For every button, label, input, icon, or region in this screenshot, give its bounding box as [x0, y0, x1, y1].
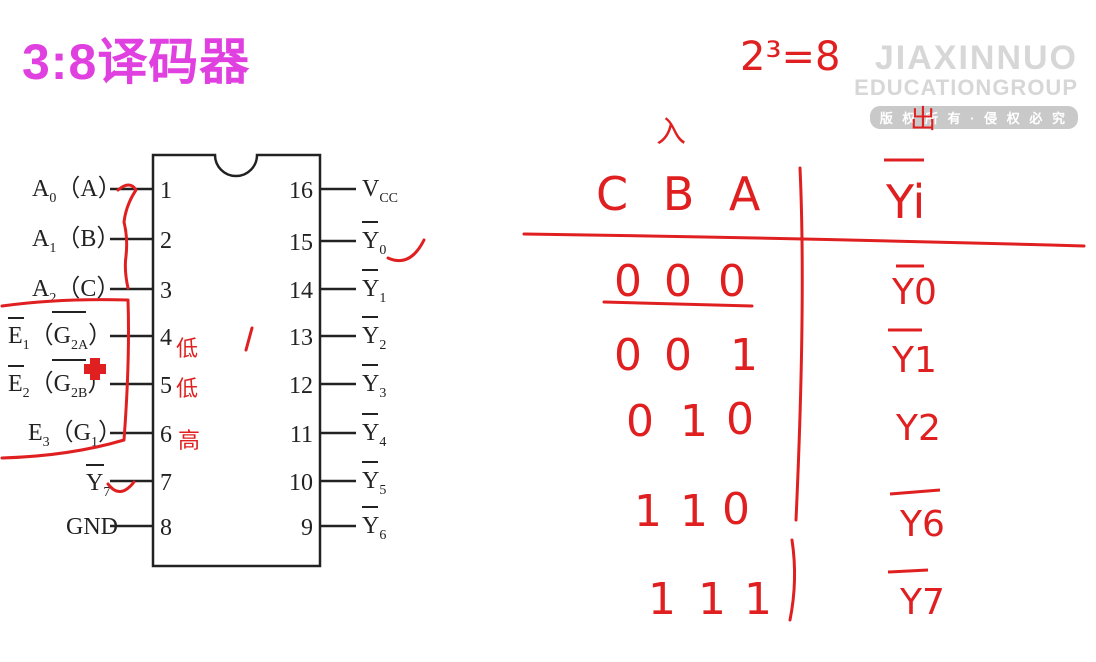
pin-number: 10 — [289, 470, 313, 496]
pin-label-e1: E1（G2A） — [8, 323, 112, 353]
svg-text:0: 0 — [718, 256, 746, 307]
right-pin-lines — [320, 187, 356, 528]
pin-number: 3 — [160, 278, 172, 304]
pin-number: 14 — [289, 278, 313, 304]
svg-text:1: 1 — [680, 396, 708, 447]
left-pin-labels: A0（A） A1（B） A2（C） E1（G2A） E2（G2B） E3（G1）… — [8, 176, 122, 540]
row-2: 0 1 0 Y2 — [626, 394, 941, 449]
pin-label-y3: Y3 — [362, 371, 386, 401]
pin-number: 11 — [290, 422, 313, 448]
svg-text:0: 0 — [626, 396, 654, 447]
pin-number: 6 — [160, 422, 172, 448]
row-4: 1 1 1 Y7 — [648, 574, 945, 625]
pin-number: 5 — [160, 373, 172, 399]
pin-label-a0: A0（A） — [32, 176, 122, 206]
output-note: 出 — [910, 105, 936, 135]
handwritten-table: 2³=8 入 出 C B A Yi 0 0 0 Y0 0 0 1 Y1 0 1 … — [522, 34, 1086, 625]
input-note: 入 — [656, 115, 686, 150]
pin4-note: 低 — [176, 337, 198, 362]
row-1: 0 0 1 Y1 — [614, 330, 937, 381]
svg-text:1: 1 — [744, 574, 772, 625]
right-overbars — [362, 221, 378, 508]
svg-text:0: 0 — [664, 256, 692, 307]
inputs-header: C B A — [596, 167, 770, 221]
svg-text:1: 1 — [680, 486, 708, 537]
svg-text:Y7: Y7 — [899, 582, 945, 623]
pin-label-y0: Y0 — [362, 228, 386, 258]
pin-number: 9 — [301, 515, 313, 541]
pin-label-y5: Y5 — [362, 468, 386, 498]
pin-number: 8 — [160, 515, 172, 541]
pin-label-y1: Y1 — [362, 276, 386, 306]
pin-label-y6: Y6 — [362, 513, 386, 543]
pin-label-y2: Y2 — [362, 323, 386, 353]
pin-number: 1 — [160, 178, 172, 204]
pin-number: 15 — [289, 230, 313, 256]
pin-number: 4 — [160, 325, 172, 351]
pin-number: 13 — [289, 325, 313, 351]
pin-label-y4: Y4 — [362, 420, 386, 450]
pin-number: 12 — [289, 373, 313, 399]
svg-text:0: 0 — [614, 256, 642, 307]
pin-label-a1: A1（B） — [32, 226, 120, 256]
pin6-note: 高 — [178, 429, 200, 454]
svg-text:0: 0 — [664, 330, 692, 381]
svg-text:Y2: Y2 — [895, 408, 941, 449]
pin-label-vcc: VCC — [362, 176, 398, 206]
svg-text:0: 0 — [614, 330, 642, 381]
svg-text:Y1: Y1 — [891, 340, 937, 381]
svg-text:Y0: Y0 — [891, 272, 937, 313]
pin-label-y7: Y7 — [86, 470, 110, 500]
svg-text:0: 0 — [726, 394, 754, 445]
decoder-diagram: 1 2 3 4 5 6 7 8 16 15 14 13 12 11 10 9 A… — [0, 34, 1086, 625]
pin-number: 16 — [289, 178, 313, 204]
svg-text:1: 1 — [698, 574, 726, 625]
svg-text:1: 1 — [730, 330, 758, 381]
formula: 2³=8 — [740, 34, 840, 80]
svg-text:1: 1 — [648, 574, 676, 625]
outputs-header: Yi — [885, 175, 925, 229]
svg-text:1: 1 — [634, 486, 662, 537]
pin5-note: 低 — [176, 377, 198, 402]
pin-number: 7 — [160, 470, 172, 496]
svg-text:0: 0 — [722, 484, 750, 535]
pin-number: 2 — [160, 228, 172, 254]
right-pin-labels: VCC Y0 Y1 Y2 Y3 Y4 Y5 Y6 — [362, 176, 398, 543]
pin-label-gnd: GND — [66, 514, 118, 540]
svg-text:Y6: Y6 — [899, 504, 945, 545]
